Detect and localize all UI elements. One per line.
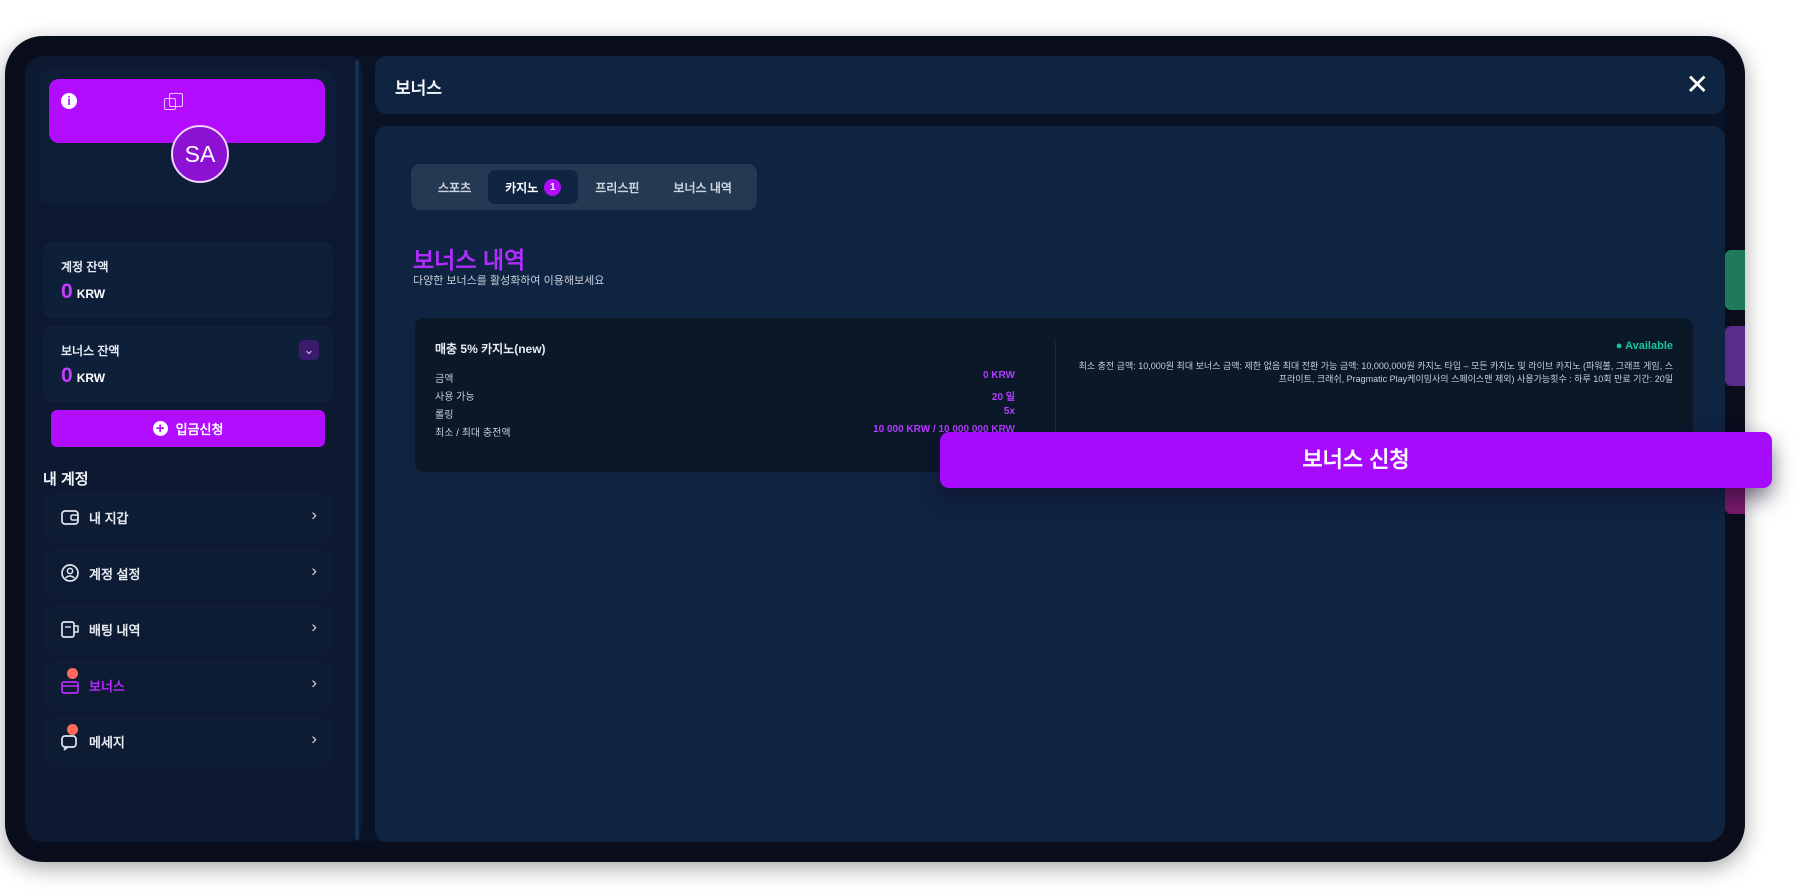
sidebar-item-label: 보너스 [89, 678, 125, 694]
bonus-detail-row: 사용 가능 20 일 [435, 388, 1015, 403]
tab-label: 프리스핀 [595, 180, 640, 195]
chevron-right-icon: › [311, 729, 317, 748]
bet-history-icon [59, 618, 81, 640]
sidebar: i SA 계정 잔액 0 KRW 보너스 잔액 ⌄ 0 KRW + 입금신청 내… [25, 56, 363, 842]
wallet-icon [59, 506, 81, 528]
account-balance-value: 0 [61, 280, 73, 303]
message-icon [59, 724, 81, 752]
bonus-detail-label: 사용 가능 [435, 392, 475, 403]
info-icon[interactable]: i [61, 93, 77, 109]
tab-label: 스포츠 [438, 180, 472, 195]
tab-badge: 1 [544, 178, 562, 196]
avatar: SA [171, 125, 229, 183]
tab-bar: 스포츠 카지노 1 프리스핀 보너스 내역 [411, 164, 757, 210]
sidebar-item-label: 메세지 [89, 734, 125, 750]
account-balance-amount: 0 KRW [61, 280, 105, 304]
page-subtitle: 다양한 보너스를 활성화하여 이용해보세요 [413, 275, 605, 287]
status-badge: ● Available [1615, 340, 1673, 352]
bonus-name: 매충 5% 카지노(new) [435, 342, 546, 356]
sidebar-item-bonus[interactable]: 보너스 › [43, 660, 333, 710]
tab-free-spins[interactable]: 프리스핀 [578, 170, 656, 204]
bonus-detail-row: 최소 / 최대 충전액 10 000 KRW / 10 000 000 KRW [435, 424, 1015, 439]
bonus-balance-label: 보너스 잔액 [61, 344, 120, 358]
apply-bonus-button[interactable]: 보너스 신청 [940, 432, 1772, 488]
bonus-balance-value: 0 [61, 364, 73, 387]
modal-header: 보너스 ✕ [375, 56, 1725, 114]
background-edge-element [1725, 326, 1745, 386]
background-edge-element [1725, 250, 1745, 310]
tab-sports[interactable]: 스포츠 [421, 170, 488, 204]
status-text: Available [1625, 340, 1673, 352]
tab-label: 보너스 내역 [673, 180, 732, 195]
tab-bonus-history[interactable]: 보너스 내역 [656, 170, 749, 204]
bonus-balance-card: 보너스 잔액 ⌄ 0 KRW [43, 326, 333, 402]
chevron-right-icon: › [311, 505, 317, 524]
account-section-title: 내 계정 [43, 471, 89, 488]
chevron-down-icon[interactable]: ⌄ [299, 340, 319, 360]
sidebar-item-label: 계정 설정 [89, 566, 141, 582]
chevron-right-icon: › [311, 561, 317, 580]
notification-dot [67, 668, 78, 679]
sidebar-item-label: 배팅 내역 [89, 622, 141, 638]
profile-card: i SA [39, 70, 335, 204]
bonus-detail-value: 0 KRW [982, 370, 1015, 381]
tab-label: 카지노 [505, 180, 539, 195]
account-balance-label: 계정 잔액 [61, 260, 109, 274]
bonus-detail-label: 롤링 [435, 410, 454, 421]
bonus-detail-label: 금액 [435, 374, 454, 385]
bonus-balance-currency: KRW [76, 371, 106, 385]
account-balance-card: 계정 잔액 0 KRW [43, 242, 333, 318]
bonus-detail-value: 20 일 [991, 392, 1015, 403]
bonus-detail-row: 금액 0 KRW [435, 370, 1015, 385]
modal-title: 보너스 [395, 79, 442, 98]
sidebar-item-messages[interactable]: 메세지 › [43, 716, 333, 766]
user-icon [59, 562, 81, 584]
chevron-right-icon: › [311, 617, 317, 636]
notification-dot [67, 724, 78, 735]
account-balance-currency: KRW [76, 287, 106, 301]
bonus-detail-row: 롤링 5x [435, 406, 1015, 421]
deposit-button[interactable]: + 입금신청 [51, 410, 325, 447]
bonus-detail-label: 최소 / 최대 충전액 [435, 428, 511, 439]
bonus-detail-value: 5x [1003, 406, 1015, 417]
bonus-balance-amount: 0 KRW [61, 364, 105, 388]
close-icon[interactable]: ✕ [1686, 67, 1709, 103]
sidebar-item-account-settings[interactable]: 계정 설정 › [43, 548, 333, 598]
plus-icon: + [152, 421, 168, 436]
page-title: 보너스 내역 [413, 247, 526, 273]
tab-casino[interactable]: 카지노 1 [488, 170, 579, 204]
sidebar-item-label: 내 지갑 [89, 510, 129, 526]
sidebar-item-bet-history[interactable]: 배팅 내역 › [43, 604, 333, 654]
gift-icon [59, 668, 81, 696]
copy-icon[interactable] [164, 93, 183, 110]
sidebar-scrollbar[interactable] [355, 60, 359, 840]
chevron-right-icon: › [311, 673, 317, 692]
sidebar-item-wallet[interactable]: 내 지갑 › [43, 492, 333, 542]
deposit-button-label: 입금신청 [175, 422, 224, 437]
bonus-description: 최소 충전 금액: 10,000원 최대 보너스 금액: 제한 없음 최대 전환… [1078, 361, 1673, 384]
